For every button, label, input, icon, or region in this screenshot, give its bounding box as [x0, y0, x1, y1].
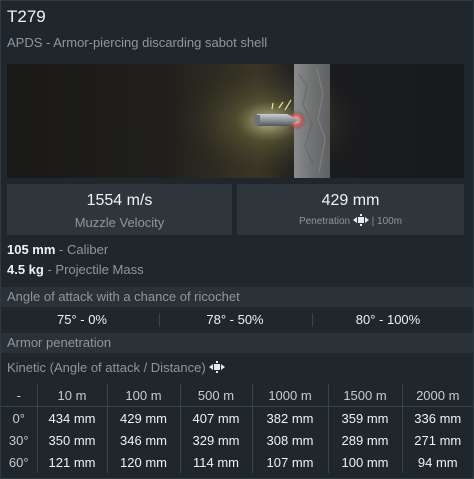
- table-cell: 107 mm: [252, 451, 329, 473]
- table-cell: 350 mm: [37, 429, 108, 451]
- table-cell: 120 mm: [107, 451, 181, 473]
- column-header: 500 m: [180, 384, 253, 407]
- caliber-label: - Caliber: [59, 242, 109, 257]
- column-header: -: [1, 384, 38, 407]
- ricochet-cell: 78° - 50%: [206, 312, 264, 327]
- shell-impact-illustration: [7, 64, 464, 178]
- table-cell: 114 mm: [180, 451, 253, 473]
- crosshair-arrows-icon: [352, 214, 369, 229]
- table-cell: 329 mm: [180, 429, 253, 451]
- penetration-table-header: - 10 m 100 m 500 m 1000 m 1500 m 2000 m: [1, 384, 473, 407]
- penetration-box: 429 mm Penetration | 100m: [237, 184, 464, 235]
- table-cell: 308 mm: [252, 429, 329, 451]
- penetration-label-row: Penetration | 100m: [298, 214, 403, 229]
- ricochet-cell: 80° - 100%: [355, 312, 421, 327]
- angle-cell: 30°: [1, 429, 38, 451]
- column-header: 2000 m: [402, 384, 473, 407]
- table-row: 0° 434 mm 429 mm 407 mm 382 mm 359 mm 33…: [1, 406, 473, 429]
- table-cell: 100 mm: [328, 451, 403, 473]
- table-cell: 434 mm: [37, 406, 108, 429]
- table-cell: 346 mm: [107, 429, 181, 451]
- table-cell: 359 mm: [328, 406, 403, 429]
- table-cell: 121 mm: [37, 451, 108, 473]
- projectile-mass-row: 4.5 kg - Projectile Mass: [7, 262, 144, 277]
- column-header: 1500 m: [328, 384, 403, 407]
- angle-cell: 60°: [1, 451, 38, 473]
- column-header: 10 m: [37, 384, 108, 407]
- projectile-mass-value: 4.5 kg: [7, 262, 44, 277]
- caliber-value: 105 mm: [7, 242, 56, 257]
- column-header: 1000 m: [252, 384, 329, 407]
- ricochet-row: 75° - 0% 78° - 50% 80° - 100%: [1, 311, 473, 329]
- crosshair-arrows-icon: [209, 361, 226, 376]
- table-cell: 407 mm: [180, 406, 253, 429]
- ammo-tooltip-panel: T279 APDS - Armor-piercing discarding sa…: [0, 0, 474, 479]
- table-cell: 429 mm: [107, 406, 181, 429]
- angle-cell: 0°: [1, 406, 38, 429]
- column-header: 100 m: [107, 384, 181, 407]
- table-cell: 94 mm: [417, 454, 458, 470]
- table-cell: 336 mm: [414, 410, 462, 426]
- muzzle-velocity-value: 1554 m/s: [86, 192, 153, 209]
- table-row: 30° 350 mm 346 mm 329 mm 308 mm 289 mm 2…: [1, 429, 473, 451]
- penetration-table: - 10 m 100 m 500 m 1000 m 1500 m 2000 m …: [1, 384, 473, 473]
- caliber-row: 105 mm - Caliber: [7, 242, 108, 257]
- kinetic-label-row: Kinetic (Angle of attack / Distance): [7, 360, 226, 376]
- kinetic-label: Kinetic (Angle of attack / Distance): [7, 360, 206, 375]
- table-cell: 289 mm: [328, 429, 403, 451]
- armor-penetration-section-header: Armor penetration: [1, 333, 473, 353]
- penetration-label: Penetration: [298, 216, 351, 227]
- projectile-mass-label: - Projectile Mass: [47, 262, 144, 277]
- penetration-distance: 100m: [377, 216, 403, 227]
- table-cell: 271 mm: [414, 432, 462, 448]
- penetration-value: 429 mm: [321, 192, 380, 209]
- muzzle-velocity-label: Muzzle Velocity: [74, 215, 165, 230]
- ricochet-section-header: Angle of attack with a chance of ricoche…: [1, 287, 473, 307]
- ricochet-cell: 75° - 0%: [56, 312, 107, 327]
- shell-title: T279: [7, 7, 46, 26]
- table-row: 60° 121 mm 120 mm 114 mm 107 mm 100 mm 9…: [1, 451, 473, 473]
- shell-type-subtitle: APDS - Armor-piercing discarding sabot s…: [7, 35, 268, 50]
- table-cell: 382 mm: [252, 406, 329, 429]
- muzzle-velocity-box: 1554 m/s Muzzle Velocity: [7, 184, 232, 235]
